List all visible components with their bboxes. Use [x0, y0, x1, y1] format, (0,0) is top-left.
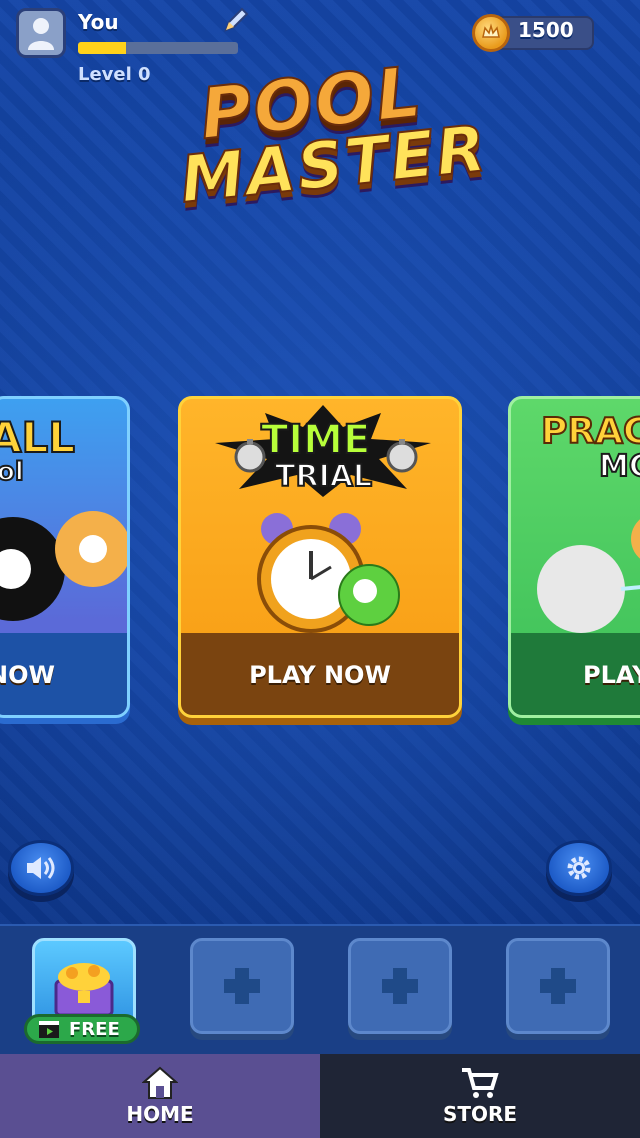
avatar[interactable]: [16, 8, 66, 58]
empty-slot[interactable]: [506, 938, 610, 1034]
mode-title: TIME: [260, 416, 371, 464]
free-badge[interactable]: FREE: [24, 1014, 140, 1044]
speaker-icon: [27, 857, 55, 879]
mode-card-practice[interactable]: PRAC MC PLAY: [508, 396, 640, 718]
free-label: FREE: [69, 1018, 120, 1040]
nav-tab-home[interactable]: HOME: [0, 1054, 320, 1138]
mode-card-8ball[interactable]: ALL ol NOW: [0, 396, 130, 718]
player-name: You: [78, 10, 119, 34]
pencil-icon[interactable]: [220, 6, 250, 36]
home-icon: [142, 1066, 178, 1099]
mode-card-time-trial[interactable]: TIME TRIAL PLAY NOW: [178, 396, 462, 718]
mode-title: ALL: [0, 412, 76, 463]
alarm-clock-icon: [257, 513, 400, 633]
xp-bar-fill: [78, 42, 126, 54]
stopwatch-icon: [386, 439, 418, 473]
mode-subtitle: ol: [0, 456, 25, 488]
level-label: Level 0: [78, 64, 151, 85]
xp-bar: [78, 42, 238, 54]
play-now-label: PLAY: [583, 661, 640, 689]
settings-button[interactable]: [546, 840, 612, 896]
plus-icon: [540, 968, 576, 1004]
plus-icon: [224, 968, 260, 1004]
mode-title: PRAC: [540, 410, 640, 453]
mode-subtitle: TRIAL: [274, 458, 373, 495]
gear-icon: [567, 856, 591, 880]
shopping-cart-icon: [462, 1068, 499, 1098]
coin-amount: 1500: [518, 18, 574, 42]
user-icon: [28, 18, 54, 50]
empty-slot[interactable]: [190, 938, 294, 1034]
game-logo: POOL MASTER: [170, 50, 492, 227]
treasure-chest-icon: [54, 963, 114, 1017]
play-now-label[interactable]: PLAY NOW: [181, 661, 459, 689]
nav-home-label: HOME: [126, 1102, 194, 1126]
video-clapper-icon: [39, 1021, 59, 1038]
sound-button[interactable]: [8, 840, 74, 896]
nav-store-label: STORE: [442, 1102, 518, 1126]
coin-crown-icon: [472, 14, 510, 52]
mode-subtitle: MC: [598, 448, 640, 485]
plus-icon: [382, 968, 418, 1004]
empty-slot[interactable]: [348, 938, 452, 1034]
play-now-label: NOW: [0, 661, 55, 689]
eight-ball-icon: [0, 511, 127, 621]
nav-tab-store[interactable]: STORE: [320, 1054, 640, 1138]
cue-ball-icon: [537, 519, 640, 633]
